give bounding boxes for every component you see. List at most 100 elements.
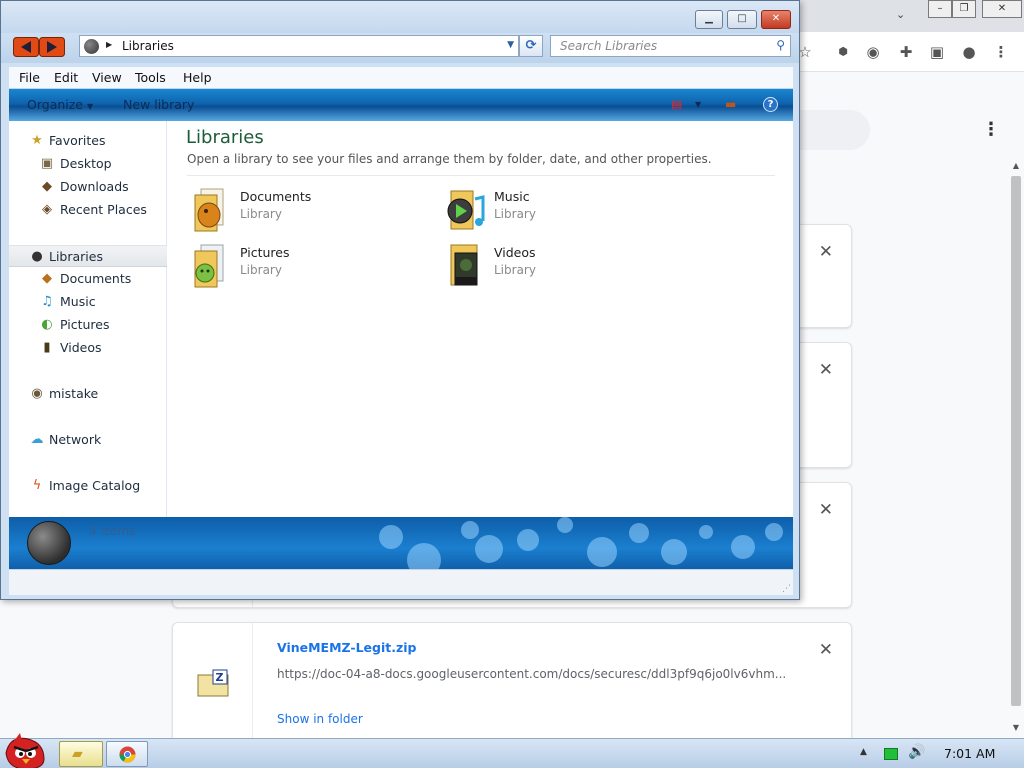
downloads-menu-icon[interactable]: ⋮ bbox=[982, 120, 1000, 140]
zip-file-icon: Z bbox=[197, 669, 229, 697]
menu-view[interactable]: View bbox=[92, 70, 122, 85]
change-view-icon[interactable]: ▤ bbox=[671, 97, 682, 111]
nav-downloads[interactable]: ◆ Downloads bbox=[9, 176, 167, 198]
remove-download-icon[interactable]: ✕ bbox=[819, 641, 833, 659]
chrome-restore-button[interactable]: ❐ bbox=[952, 0, 976, 18]
network-status-icon[interactable] bbox=[884, 748, 898, 760]
preview-pane-icon[interactable]: ▬ bbox=[725, 97, 736, 111]
download-filename-link[interactable]: VineMEMZ-Legit.zip bbox=[277, 640, 416, 655]
nav-homegroup[interactable]: ◉ mistake bbox=[9, 383, 167, 405]
download-card-vinememz: Z VineMEMZ-Legit.zip https://doc-04-a8-d… bbox=[172, 622, 852, 748]
taskbar-clock[interactable]: 7:01 AM bbox=[944, 746, 995, 761]
address-dropdown-icon[interactable]: ▼ bbox=[507, 40, 514, 50]
close-button[interactable]: ✕ bbox=[761, 10, 791, 29]
organize-dropdown-icon: ▼ bbox=[87, 102, 94, 111]
library-documents[interactable]: Documents Library bbox=[187, 187, 387, 235]
minimize-button[interactable]: ▁ bbox=[695, 10, 723, 29]
resize-grip-icon[interactable]: ⋰ bbox=[782, 584, 791, 594]
extension-flag-icon[interactable]: ◉ bbox=[862, 41, 884, 63]
library-music[interactable]: Music Library bbox=[441, 187, 641, 235]
network-icon: ☁ bbox=[30, 432, 44, 447]
documents-library-icon bbox=[194, 188, 224, 232]
nav-documents[interactable]: ◆ Documents bbox=[9, 268, 167, 290]
videos-library-icon bbox=[450, 244, 478, 286]
chrome-tabstrip: ⌄ – ❐ ✕ bbox=[798, 0, 1024, 32]
show-hidden-icons-icon[interactable]: ▲ bbox=[860, 747, 867, 757]
details-libraries-icon bbox=[27, 521, 71, 565]
show-in-folder-link[interactable]: Show in folder bbox=[277, 712, 363, 726]
desktop-icon: ▣ bbox=[40, 156, 54, 171]
remove-download-icon[interactable]: ✕ bbox=[819, 243, 833, 261]
side-panel-icon[interactable]: ▣ bbox=[926, 41, 948, 63]
remove-download-icon[interactable]: ✕ bbox=[819, 361, 833, 379]
scroll-up-icon[interactable]: ▲ bbox=[1010, 160, 1022, 172]
music-icon: ♫ bbox=[41, 294, 53, 309]
search-icon[interactable]: ⚲ bbox=[776, 38, 785, 52]
remove-download-icon[interactable]: ✕ bbox=[819, 501, 833, 519]
nav-desktop[interactable]: ▣ Desktop bbox=[9, 153, 167, 175]
recent-places-icon: ◈ bbox=[42, 202, 52, 217]
pictures-library-icon bbox=[194, 244, 224, 288]
refresh-button[interactable]: ⟳ bbox=[519, 35, 543, 57]
download-url: https://doc-04-a8-docs.googleusercontent… bbox=[277, 667, 787, 681]
navigation-row: ▶ Libraries ▼ ⟳ Search Libraries ⚲ bbox=[1, 33, 799, 63]
chrome-close-button[interactable]: ✕ bbox=[982, 0, 1022, 18]
organize-button[interactable]: Organize ▼ bbox=[27, 97, 93, 112]
nav-libraries[interactable]: ● Libraries bbox=[9, 245, 167, 267]
library-videos[interactable]: Videos Library bbox=[441, 243, 641, 291]
library-pictures[interactable]: Pictures Library bbox=[187, 243, 387, 291]
menu-file[interactable]: File bbox=[19, 70, 40, 85]
pictures-icon: ◐ bbox=[41, 317, 53, 332]
content-pane: Libraries Open a library to see your fil… bbox=[167, 121, 793, 517]
view-options-dropdown-icon[interactable]: ▼ bbox=[695, 100, 701, 109]
menu-bar: File Edit View Tools Help bbox=[9, 67, 793, 89]
maximize-button[interactable]: □ bbox=[727, 10, 757, 29]
homegroup-icon: ◉ bbox=[31, 386, 43, 401]
new-library-button[interactable]: New library bbox=[123, 97, 194, 112]
nav-network[interactable]: ☁ Network bbox=[9, 429, 167, 451]
window-titlebar[interactable]: ▁ □ ✕ bbox=[1, 1, 799, 33]
nav-pictures[interactable]: ◐ Pictures bbox=[9, 314, 167, 336]
profile-avatar-icon[interactable]: ● bbox=[958, 41, 980, 63]
libraries-globe-icon bbox=[84, 39, 99, 54]
chrome-toolbar: ☆ ⬢ ◉ ✚ ▣ ● ⋮ bbox=[798, 32, 1024, 72]
help-icon[interactable]: ? bbox=[763, 97, 778, 112]
menu-tools[interactable]: Tools bbox=[135, 70, 166, 85]
details-pane: 4 items bbox=[9, 517, 793, 569]
address-bar[interactable]: ▶ Libraries ▼ bbox=[79, 35, 519, 57]
ublock-extension-icon[interactable]: ⬢ bbox=[832, 41, 854, 63]
chrome-minimize-button[interactable]: – bbox=[928, 0, 952, 18]
downloads-icon: ◆ bbox=[42, 179, 52, 194]
back-forward-buttons[interactable] bbox=[13, 37, 65, 57]
documents-icon: ◆ bbox=[42, 271, 52, 286]
videos-icon: ▮ bbox=[43, 340, 51, 355]
nav-image-catalog[interactable]: ϟ Image Catalog bbox=[9, 475, 167, 497]
nav-recent-places[interactable]: ◈ Recent Places bbox=[9, 199, 167, 221]
address-path[interactable]: Libraries bbox=[122, 39, 174, 53]
favorites-star-icon: ★ bbox=[31, 133, 43, 148]
breadcrumb-arrow-icon[interactable]: ▶ bbox=[106, 40, 112, 49]
scroll-down-icon[interactable]: ▼ bbox=[1010, 722, 1022, 734]
search-input[interactable]: Search Libraries ⚲ bbox=[550, 35, 791, 57]
menu-edit[interactable]: Edit bbox=[54, 70, 78, 85]
taskbar-chrome-button[interactable] bbox=[106, 741, 148, 767]
music-library-icon bbox=[447, 190, 485, 230]
item-count: 4 items bbox=[89, 523, 136, 538]
nav-favorites[interactable]: ★ Favorites bbox=[9, 130, 167, 152]
extensions-puzzle-icon[interactable]: ✚ bbox=[895, 41, 917, 63]
nav-music[interactable]: ♫ Music bbox=[9, 291, 167, 313]
command-bar: Organize ▼ New library ▤ ▼ ▬ ? bbox=[9, 89, 793, 121]
downloads-search-bar[interactable] bbox=[798, 110, 870, 150]
navigation-pane: ★ Favorites ▣ Desktop ◆ Downloads ◈ Rece… bbox=[9, 121, 167, 517]
volume-icon[interactable]: 🔊 bbox=[908, 744, 925, 760]
start-button-angry-bird-icon[interactable] bbox=[0, 733, 52, 768]
taskbar-explorer-button[interactable]: ▰ bbox=[59, 741, 103, 767]
menu-help[interactable]: Help bbox=[183, 70, 212, 85]
taskbar: ▰ ▲ 🔊 7:01 AM bbox=[0, 733, 1024, 768]
explorer-window: ▁ □ ✕ ▶ Libraries ▼ ⟳ Search Libraries ⚲… bbox=[0, 0, 800, 600]
chrome-menu-icon[interactable]: ⋮ bbox=[990, 41, 1012, 63]
nav-videos[interactable]: ▮ Videos bbox=[9, 337, 167, 359]
page-scrollbar[interactable]: ▲ ▼ bbox=[1008, 158, 1024, 738]
scroll-thumb[interactable] bbox=[1011, 176, 1021, 706]
tab-search-chevron-icon[interactable]: ⌄ bbox=[896, 8, 905, 21]
